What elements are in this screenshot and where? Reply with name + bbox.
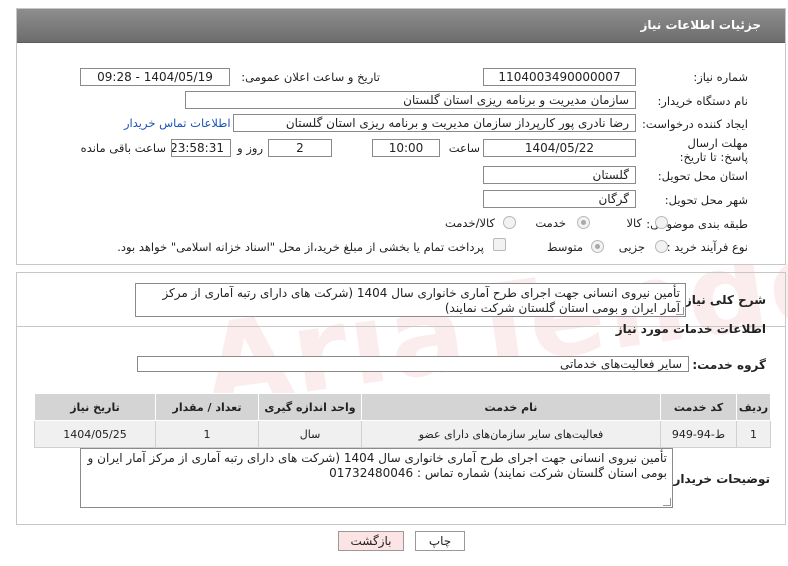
- days-label: روز و: [237, 141, 263, 155]
- col-unit: واحد اندازه گیری: [258, 393, 362, 421]
- category-radio-goods-service[interactable]: [503, 216, 516, 229]
- purchase-option-minor: جزیی: [618, 240, 645, 254]
- deadline-time-field: 10:00: [372, 139, 440, 157]
- cell-qty: 1: [155, 420, 259, 448]
- category-option-goods: کالا: [626, 216, 642, 230]
- services-title: اطلاعات خدمات مورد نیاز: [615, 322, 766, 336]
- treasury-payment-note: پرداخت تمام یا بخشی از مبلغ خرید،از محل …: [117, 240, 484, 254]
- announce-datetime-label: تاریخ و ساعت اعلان عمومی:: [241, 70, 380, 84]
- buyer-notes-text: تأمین نیروی انسانی جهت اجرای طرح آماری خ…: [87, 451, 667, 480]
- col-row: ردیف: [736, 393, 771, 421]
- cell-row: 1: [736, 420, 771, 448]
- panel-header: جزئیات اطلاعات نیاز: [17, 9, 785, 43]
- panel-title: جزئیات اطلاعات نیاز: [640, 18, 761, 32]
- category-radio-service[interactable]: [577, 216, 590, 229]
- print-button[interactable]: چاپ: [415, 531, 465, 551]
- requester-label: ایجاد کننده درخواست:: [642, 117, 748, 131]
- need-number-label: شماره نیاز:: [693, 70, 748, 84]
- purchase-radio-minor[interactable]: [655, 240, 668, 253]
- need-number-field: 1104003490000007: [483, 68, 636, 86]
- col-date: تاریخ نیاز: [34, 393, 156, 421]
- service-group-label: گروه خدمت:: [692, 358, 766, 372]
- cell-unit: سال: [258, 420, 362, 448]
- announce-datetime-field: 1404/05/19 - 09:28: [80, 68, 230, 86]
- table-row: 1 ط-94-949 فعالیت‌های سایر سازمان‌های دا…: [34, 420, 771, 448]
- summary-label: شرح کلی نیاز:: [680, 293, 766, 307]
- purchase-option-medium: متوسط: [546, 240, 583, 254]
- deadline-label: مهلت ارسال پاسخ: تا تاریخ:: [679, 136, 748, 164]
- resize-handle-icon[interactable]: [663, 498, 671, 506]
- back-button[interactable]: بازگشت: [338, 531, 404, 551]
- buyer-notes-textarea[interactable]: تأمین نیروی انسانی جهت اجرای طرح آماری خ…: [80, 448, 673, 508]
- requester-field: رضا نادری پور کارپرداز سازمان مدیریت و ب…: [233, 114, 636, 132]
- purchase-radio-medium[interactable]: [591, 240, 604, 253]
- cell-date: 1404/05/25: [34, 420, 156, 448]
- category-option-service: خدمت: [535, 216, 566, 230]
- buyer-notes-label: توضیحات خریدار:: [668, 472, 770, 486]
- col-code: کد خدمت: [660, 393, 737, 421]
- province-field: گلستان: [483, 166, 636, 184]
- category-option-goods-service: کالا/خدمت: [444, 216, 495, 230]
- summary-text: تأمین نیروی انسانی جهت اجرای طرح آماری خ…: [162, 286, 680, 315]
- col-name: نام خدمت: [361, 393, 661, 421]
- service-group-field: سایر فعالیت‌های خدماتی: [137, 356, 689, 372]
- deadline-time-label: ساعت: [448, 141, 480, 155]
- time-remaining-field: 23:58:31: [171, 139, 231, 157]
- category-radio-goods[interactable]: [655, 216, 668, 229]
- city-label: شهر محل تحویل:: [664, 193, 748, 207]
- city-field: گرگان: [483, 190, 636, 208]
- province-label: استان محل تحویل:: [657, 169, 748, 183]
- purchase-type-label: نوع فرآیند خرید :: [666, 240, 748, 254]
- buyer-org-label: نام دستگاه خریدار:: [657, 94, 748, 108]
- cell-name: فعالیت‌های سایر سازمان‌های دارای عضو: [361, 420, 661, 448]
- cell-code: ط-94-949: [660, 420, 737, 448]
- treasury-payment-checkbox[interactable]: [493, 238, 506, 251]
- table-header-row: ردیف کد خدمت نام خدمت واحد اندازه گیری ت…: [34, 393, 771, 421]
- time-remaining-label: ساعت باقی مانده: [80, 141, 166, 155]
- summary-textarea[interactable]: تأمین نیروی انسانی جهت اجرای طرح آماری خ…: [135, 283, 686, 317]
- days-remaining-field: 2: [268, 139, 332, 157]
- services-table: ردیف کد خدمت نام خدمت واحد اندازه گیری ت…: [34, 393, 771, 448]
- col-qty: تعداد / مقدار: [155, 393, 259, 421]
- deadline-date-field: 1404/05/22: [483, 139, 636, 157]
- buyer-org-field: سازمان مدیریت و برنامه ریزی استان گلستان: [185, 91, 636, 109]
- buyer-contact-link[interactable]: اطلاعات تماس خریدار: [124, 116, 231, 130]
